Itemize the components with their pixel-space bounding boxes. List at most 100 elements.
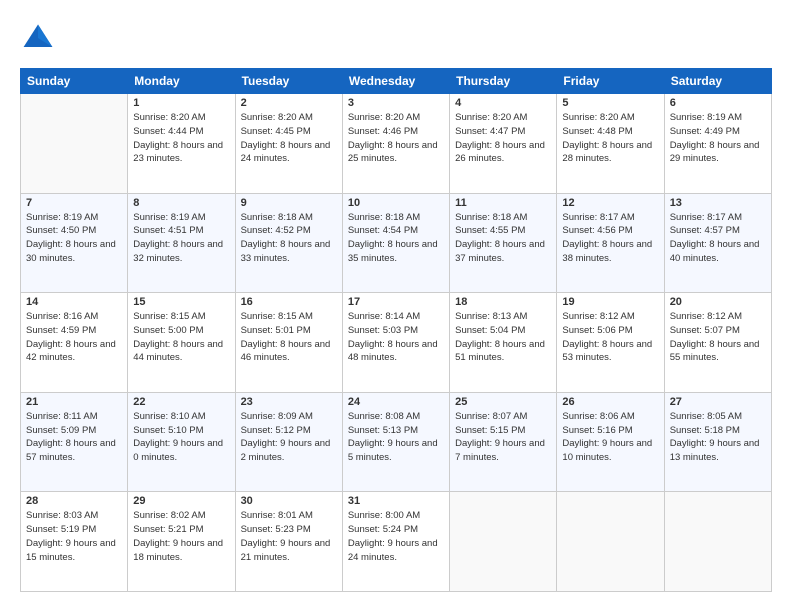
sunrise-time: Sunrise: 8:15 AM xyxy=(241,311,313,322)
sunset-time: Sunset: 4:54 PM xyxy=(348,225,418,236)
day-number: 10 xyxy=(348,197,444,209)
day-info: Sunrise: 8:11 AM Sunset: 5:09 PM Dayligh… xyxy=(26,410,122,465)
day-cell: 4 Sunrise: 8:20 AM Sunset: 4:47 PM Dayli… xyxy=(450,94,557,194)
day-cell: 11 Sunrise: 8:18 AM Sunset: 4:55 PM Dayl… xyxy=(450,193,557,293)
daylight-hours: Daylight: 9 hours and 18 minutes. xyxy=(133,538,223,563)
week-row-3: 14 Sunrise: 8:16 AM Sunset: 4:59 PM Dayl… xyxy=(21,293,772,393)
day-info: Sunrise: 8:10 AM Sunset: 5:10 PM Dayligh… xyxy=(133,410,229,465)
daylight-hours: Daylight: 8 hours and 46 minutes. xyxy=(241,339,331,364)
day-number: 13 xyxy=(670,197,766,209)
sunset-time: Sunset: 4:56 PM xyxy=(562,225,632,236)
daylight-hours: Daylight: 8 hours and 29 minutes. xyxy=(670,140,760,165)
day-cell: 2 Sunrise: 8:20 AM Sunset: 4:45 PM Dayli… xyxy=(235,94,342,194)
sunrise-time: Sunrise: 8:13 AM xyxy=(455,311,527,322)
day-info: Sunrise: 8:18 AM Sunset: 4:52 PM Dayligh… xyxy=(241,211,337,266)
day-info: Sunrise: 8:17 AM Sunset: 4:57 PM Dayligh… xyxy=(670,211,766,266)
sunrise-time: Sunrise: 8:06 AM xyxy=(562,411,634,422)
sunrise-time: Sunrise: 8:19 AM xyxy=(670,112,742,123)
day-number: 27 xyxy=(670,396,766,408)
day-cell xyxy=(664,492,771,592)
day-number: 16 xyxy=(241,296,337,308)
day-info: Sunrise: 8:19 AM Sunset: 4:51 PM Dayligh… xyxy=(133,211,229,266)
daylight-hours: Daylight: 9 hours and 5 minutes. xyxy=(348,438,438,463)
day-info: Sunrise: 8:15 AM Sunset: 5:00 PM Dayligh… xyxy=(133,310,229,365)
day-number: 7 xyxy=(26,197,122,209)
weekday-header-tuesday: Tuesday xyxy=(235,69,342,94)
day-cell xyxy=(21,94,128,194)
day-number: 26 xyxy=(562,396,658,408)
day-cell: 28 Sunrise: 8:03 AM Sunset: 5:19 PM Dayl… xyxy=(21,492,128,592)
day-cell: 25 Sunrise: 8:07 AM Sunset: 5:15 PM Dayl… xyxy=(450,392,557,492)
weekday-header-sunday: Sunday xyxy=(21,69,128,94)
daylight-hours: Daylight: 9 hours and 7 minutes. xyxy=(455,438,545,463)
sunset-time: Sunset: 5:24 PM xyxy=(348,524,418,535)
sunset-time: Sunset: 4:47 PM xyxy=(455,126,525,137)
day-number: 23 xyxy=(241,396,337,408)
sunset-time: Sunset: 4:51 PM xyxy=(133,225,203,236)
day-number: 21 xyxy=(26,396,122,408)
day-cell: 8 Sunrise: 8:19 AM Sunset: 4:51 PM Dayli… xyxy=(128,193,235,293)
daylight-hours: Daylight: 8 hours and 40 minutes. xyxy=(670,239,760,264)
day-cell: 18 Sunrise: 8:13 AM Sunset: 5:04 PM Dayl… xyxy=(450,293,557,393)
week-row-2: 7 Sunrise: 8:19 AM Sunset: 4:50 PM Dayli… xyxy=(21,193,772,293)
sunset-time: Sunset: 4:52 PM xyxy=(241,225,311,236)
day-info: Sunrise: 8:20 AM Sunset: 4:46 PM Dayligh… xyxy=(348,111,444,166)
weekday-header-thursday: Thursday xyxy=(450,69,557,94)
sunset-time: Sunset: 5:16 PM xyxy=(562,425,632,436)
day-info: Sunrise: 8:17 AM Sunset: 4:56 PM Dayligh… xyxy=(562,211,658,266)
weekday-header-saturday: Saturday xyxy=(664,69,771,94)
day-info: Sunrise: 8:19 AM Sunset: 4:50 PM Dayligh… xyxy=(26,211,122,266)
sunset-time: Sunset: 5:18 PM xyxy=(670,425,740,436)
sunset-time: Sunset: 4:44 PM xyxy=(133,126,203,137)
sunset-time: Sunset: 5:23 PM xyxy=(241,524,311,535)
weekday-header-wednesday: Wednesday xyxy=(342,69,449,94)
sunrise-time: Sunrise: 8:03 AM xyxy=(26,510,98,521)
day-number: 24 xyxy=(348,396,444,408)
sunrise-time: Sunrise: 8:01 AM xyxy=(241,510,313,521)
day-cell: 12 Sunrise: 8:17 AM Sunset: 4:56 PM Dayl… xyxy=(557,193,664,293)
day-info: Sunrise: 8:13 AM Sunset: 5:04 PM Dayligh… xyxy=(455,310,551,365)
day-number: 3 xyxy=(348,97,444,109)
sunrise-time: Sunrise: 8:12 AM xyxy=(562,311,634,322)
day-cell: 10 Sunrise: 8:18 AM Sunset: 4:54 PM Dayl… xyxy=(342,193,449,293)
day-number: 30 xyxy=(241,495,337,507)
sunset-time: Sunset: 5:13 PM xyxy=(348,425,418,436)
sunrise-time: Sunrise: 8:07 AM xyxy=(455,411,527,422)
sunrise-time: Sunrise: 8:08 AM xyxy=(348,411,420,422)
day-info: Sunrise: 8:20 AM Sunset: 4:44 PM Dayligh… xyxy=(133,111,229,166)
sunset-time: Sunset: 5:06 PM xyxy=(562,325,632,336)
sunrise-time: Sunrise: 8:09 AM xyxy=(241,411,313,422)
day-info: Sunrise: 8:20 AM Sunset: 4:48 PM Dayligh… xyxy=(562,111,658,166)
calendar: SundayMondayTuesdayWednesdayThursdayFrid… xyxy=(20,68,772,592)
daylight-hours: Daylight: 8 hours and 24 minutes. xyxy=(241,140,331,165)
sunrise-time: Sunrise: 8:20 AM xyxy=(348,112,420,123)
sunset-time: Sunset: 5:04 PM xyxy=(455,325,525,336)
sunrise-time: Sunrise: 8:19 AM xyxy=(26,212,98,223)
day-cell: 22 Sunrise: 8:10 AM Sunset: 5:10 PM Dayl… xyxy=(128,392,235,492)
daylight-hours: Daylight: 8 hours and 53 minutes. xyxy=(562,339,652,364)
daylight-hours: Daylight: 8 hours and 35 minutes. xyxy=(348,239,438,264)
day-cell: 19 Sunrise: 8:12 AM Sunset: 5:06 PM Dayl… xyxy=(557,293,664,393)
day-number: 17 xyxy=(348,296,444,308)
day-number: 8 xyxy=(133,197,229,209)
sunset-time: Sunset: 4:48 PM xyxy=(562,126,632,137)
day-cell: 17 Sunrise: 8:14 AM Sunset: 5:03 PM Dayl… xyxy=(342,293,449,393)
day-info: Sunrise: 8:12 AM Sunset: 5:06 PM Dayligh… xyxy=(562,310,658,365)
daylight-hours: Daylight: 8 hours and 57 minutes. xyxy=(26,438,116,463)
sunset-time: Sunset: 5:09 PM xyxy=(26,425,96,436)
day-cell: 9 Sunrise: 8:18 AM Sunset: 4:52 PM Dayli… xyxy=(235,193,342,293)
sunrise-time: Sunrise: 8:19 AM xyxy=(133,212,205,223)
week-row-1: 1 Sunrise: 8:20 AM Sunset: 4:44 PM Dayli… xyxy=(21,94,772,194)
day-number: 14 xyxy=(26,296,122,308)
day-cell: 6 Sunrise: 8:19 AM Sunset: 4:49 PM Dayli… xyxy=(664,94,771,194)
day-cell: 20 Sunrise: 8:12 AM Sunset: 5:07 PM Dayl… xyxy=(664,293,771,393)
sunrise-time: Sunrise: 8:15 AM xyxy=(133,311,205,322)
day-info: Sunrise: 8:14 AM Sunset: 5:03 PM Dayligh… xyxy=(348,310,444,365)
sunrise-time: Sunrise: 8:02 AM xyxy=(133,510,205,521)
day-info: Sunrise: 8:07 AM Sunset: 5:15 PM Dayligh… xyxy=(455,410,551,465)
day-info: Sunrise: 8:00 AM Sunset: 5:24 PM Dayligh… xyxy=(348,509,444,564)
day-number: 11 xyxy=(455,197,551,209)
sunset-time: Sunset: 4:57 PM xyxy=(670,225,740,236)
daylight-hours: Daylight: 8 hours and 30 minutes. xyxy=(26,239,116,264)
day-cell: 5 Sunrise: 8:20 AM Sunset: 4:48 PM Dayli… xyxy=(557,94,664,194)
